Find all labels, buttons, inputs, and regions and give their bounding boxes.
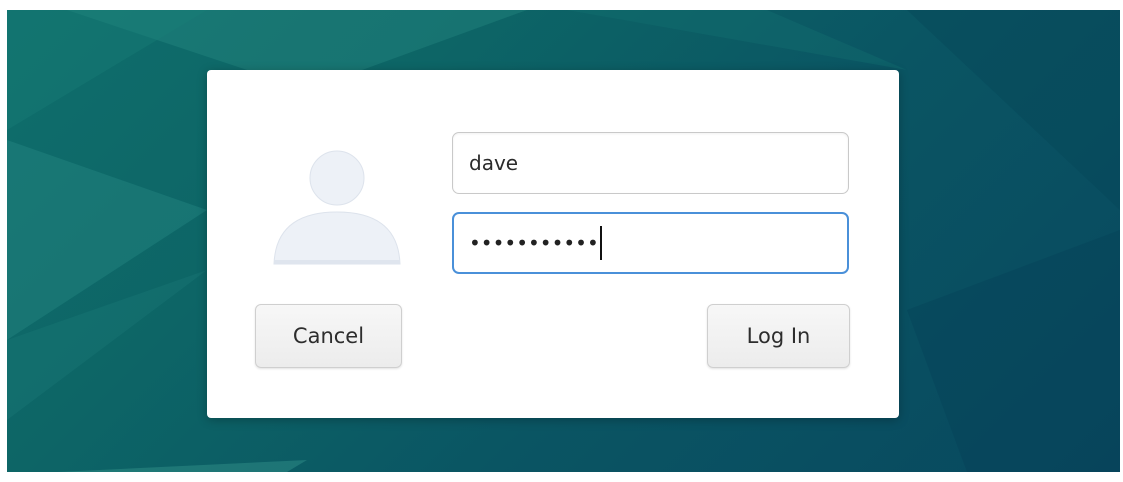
password-mask: ••••••••••• bbox=[469, 231, 599, 255]
text-caret bbox=[599, 226, 602, 260]
username-field[interactable]: dave bbox=[452, 132, 849, 194]
login-button[interactable]: Log In bbox=[707, 304, 850, 368]
username-value: dave bbox=[469, 151, 519, 175]
desktop-background: dave ••••••••••• Cancel Log In bbox=[7, 10, 1120, 472]
login-dialog: dave ••••••••••• Cancel Log In bbox=[207, 70, 899, 418]
cancel-button[interactable]: Cancel bbox=[255, 304, 402, 368]
password-field[interactable]: ••••••••••• bbox=[452, 212, 849, 274]
user-avatar-icon bbox=[272, 142, 402, 272]
